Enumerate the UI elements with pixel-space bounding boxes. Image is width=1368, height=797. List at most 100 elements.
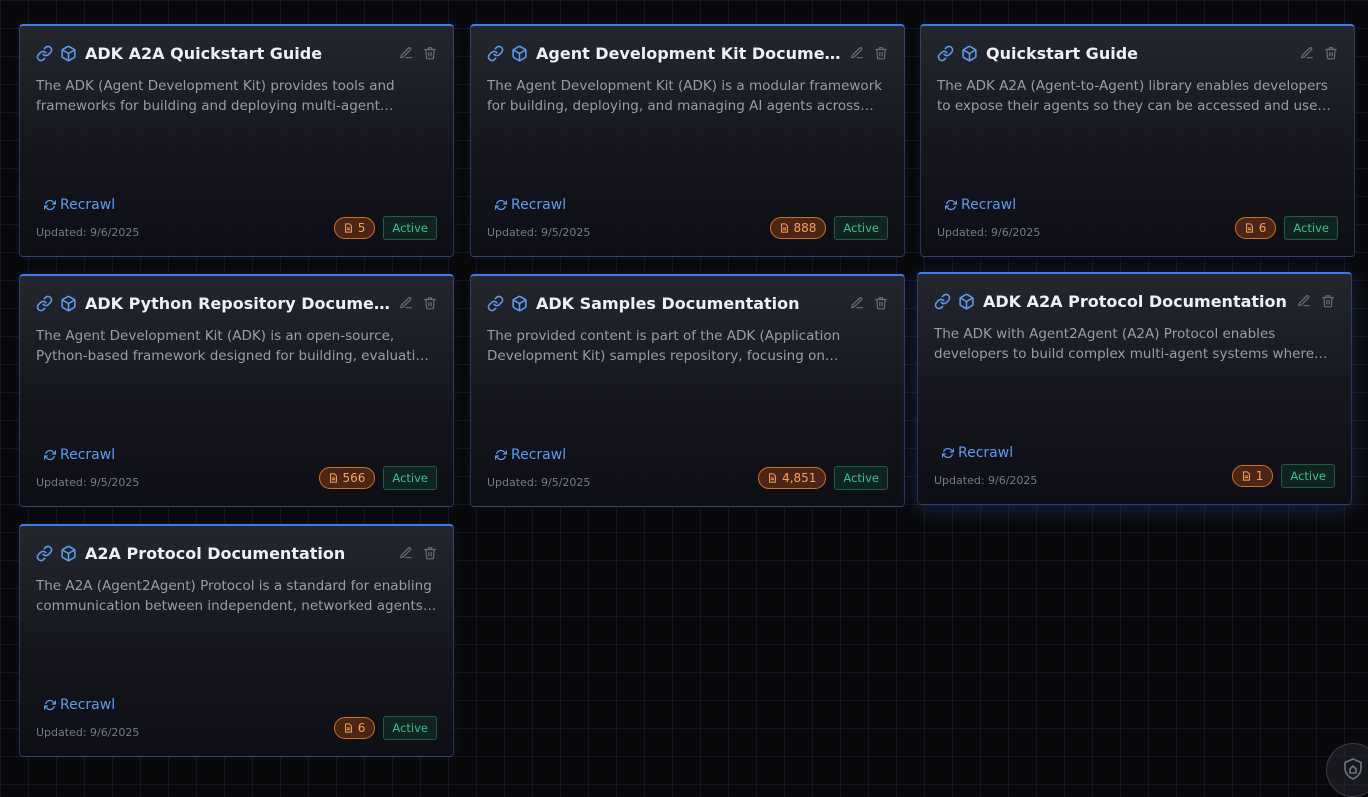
edit-button[interactable]	[399, 546, 413, 560]
trash-icon	[875, 47, 887, 60]
updated-date: Updated: 9/6/2025	[937, 226, 1041, 239]
knowledge-card[interactable]: ADK Samples Documentation The provided c…	[470, 274, 905, 507]
card-footer-badges: 1 Active	[1231, 464, 1335, 488]
cube-icon	[60, 45, 77, 62]
recrawl-label: Recrawl	[60, 197, 116, 213]
document-count-badge[interactable]: 6	[333, 717, 376, 739]
document-count-badge[interactable]: 1	[1231, 465, 1274, 487]
knowledge-card[interactable]: Agent Development Kit Documentation The …	[470, 24, 905, 257]
knowledge-card[interactable]: ADK A2A Quickstart Guide The ADK (Agent …	[19, 24, 454, 257]
document-icon	[344, 723, 352, 733]
recrawl-button[interactable]: Recrawl	[44, 447, 115, 463]
recrawl-button[interactable]: Recrawl	[495, 197, 566, 213]
link-icon	[937, 45, 954, 62]
refresh-icon	[495, 199, 507, 211]
updated-date: Updated: 9/6/2025	[934, 474, 1038, 487]
link-icon	[36, 295, 53, 312]
pencil-icon	[400, 47, 412, 59]
card-footer-badges: 566 Active	[318, 466, 437, 490]
edit-button[interactable]	[850, 296, 864, 310]
document-count: 566	[342, 471, 366, 485]
knowledge-card[interactable]: ADK A2A Protocol Documentation The ADK w…	[917, 272, 1352, 505]
card-description: The ADK with Agent2Agent (A2A) Protocol …	[934, 326, 1315, 362]
updated-date: Updated: 9/5/2025	[36, 476, 140, 489]
trash-icon	[424, 47, 436, 60]
document-count-badge[interactable]: 5	[333, 217, 376, 239]
edit-button[interactable]	[1297, 294, 1311, 308]
recrawl-button[interactable]: Recrawl	[945, 197, 1016, 213]
card-actions	[399, 546, 437, 560]
card-title: ADK Python Repository Documentation	[85, 293, 391, 313]
document-icon	[780, 223, 788, 233]
card-header: Agent Development Kit Documentation	[487, 41, 888, 65]
document-count: 6	[357, 721, 366, 735]
card-footer-badges: 5 Active	[333, 216, 437, 240]
document-count: 1	[1255, 469, 1264, 483]
delete-button[interactable]	[423, 46, 437, 60]
refresh-icon	[44, 449, 56, 461]
status-badge: Active	[1281, 464, 1335, 488]
edit-button[interactable]	[850, 46, 864, 60]
card-actions	[399, 296, 437, 310]
corner-logo-button[interactable]	[1326, 743, 1368, 797]
card-actions	[850, 46, 888, 60]
recrawl-button[interactable]: Recrawl	[44, 697, 115, 713]
trash-icon	[1322, 295, 1334, 308]
recrawl-button[interactable]: Recrawl	[44, 197, 115, 213]
card-header: ADK A2A Quickstart Guide	[36, 41, 437, 65]
cube-icon	[511, 45, 528, 62]
card-title: ADK Samples Documentation	[536, 293, 800, 313]
document-count: 5	[357, 221, 366, 235]
edit-button[interactable]	[1300, 46, 1314, 60]
document-count-badge[interactable]: 566	[318, 467, 376, 489]
delete-button[interactable]	[874, 296, 888, 310]
trash-icon	[424, 547, 436, 560]
knowledge-card[interactable]: Quickstart Guide The ADK A2A (Agent-to-A…	[920, 24, 1355, 257]
card-header: ADK A2A Protocol Documentation	[934, 289, 1335, 313]
card-description: The provided content is part of the ADK …	[487, 328, 841, 364]
recrawl-label: Recrawl	[511, 197, 567, 213]
pencil-icon	[400, 297, 412, 309]
edit-button[interactable]	[399, 46, 413, 60]
card-description: The Agent Development Kit (ADK) is an op…	[36, 328, 437, 364]
card-footer-badges: 888 Active	[769, 216, 888, 240]
link-icon	[934, 293, 951, 310]
card-title: ADK A2A Protocol Documentation	[983, 291, 1287, 311]
recrawl-button[interactable]: Recrawl	[495, 447, 566, 463]
card-actions	[1297, 294, 1335, 308]
delete-button[interactable]	[874, 46, 888, 60]
pencil-icon	[851, 297, 863, 309]
document-count-badge[interactable]: 6	[1234, 217, 1277, 239]
updated-date: Updated: 9/6/2025	[36, 726, 140, 739]
edit-button[interactable]	[399, 296, 413, 310]
document-icon	[344, 223, 352, 233]
delete-button[interactable]	[1324, 46, 1338, 60]
refresh-icon	[44, 199, 56, 211]
document-icon	[1245, 223, 1253, 233]
trash-icon	[1325, 47, 1337, 60]
delete-button[interactable]	[1321, 294, 1335, 308]
recrawl-button[interactable]: Recrawl	[942, 445, 1013, 461]
card-description: The ADK A2A (Agent-to-Agent) library ena…	[937, 78, 1328, 114]
recrawl-label: Recrawl	[511, 447, 567, 463]
cube-icon	[60, 295, 77, 312]
refresh-icon	[945, 199, 957, 211]
document-count-badge[interactable]: 888	[769, 217, 827, 239]
recrawl-label: Recrawl	[60, 697, 116, 713]
link-icon	[487, 45, 504, 62]
status-badge: Active	[383, 466, 437, 490]
status-badge: Active	[834, 216, 888, 240]
refresh-icon	[495, 449, 507, 461]
trash-icon	[424, 297, 436, 310]
delete-button[interactable]	[423, 296, 437, 310]
card-footer-badges: 6 Active	[333, 716, 437, 740]
knowledge-card[interactable]: ADK Python Repository Documentation The …	[19, 274, 454, 507]
knowledge-card[interactable]: A2A Protocol Documentation The A2A (Agen…	[19, 524, 454, 757]
status-badge: Active	[383, 716, 437, 740]
card-footer-badges: 4,851 Active	[758, 466, 888, 490]
document-count-badge[interactable]: 4,851	[758, 467, 827, 489]
delete-button[interactable]	[423, 546, 437, 560]
shield-icon	[1344, 758, 1362, 780]
cube-icon	[60, 545, 77, 562]
card-header: ADK Python Repository Documentation	[36, 291, 437, 315]
